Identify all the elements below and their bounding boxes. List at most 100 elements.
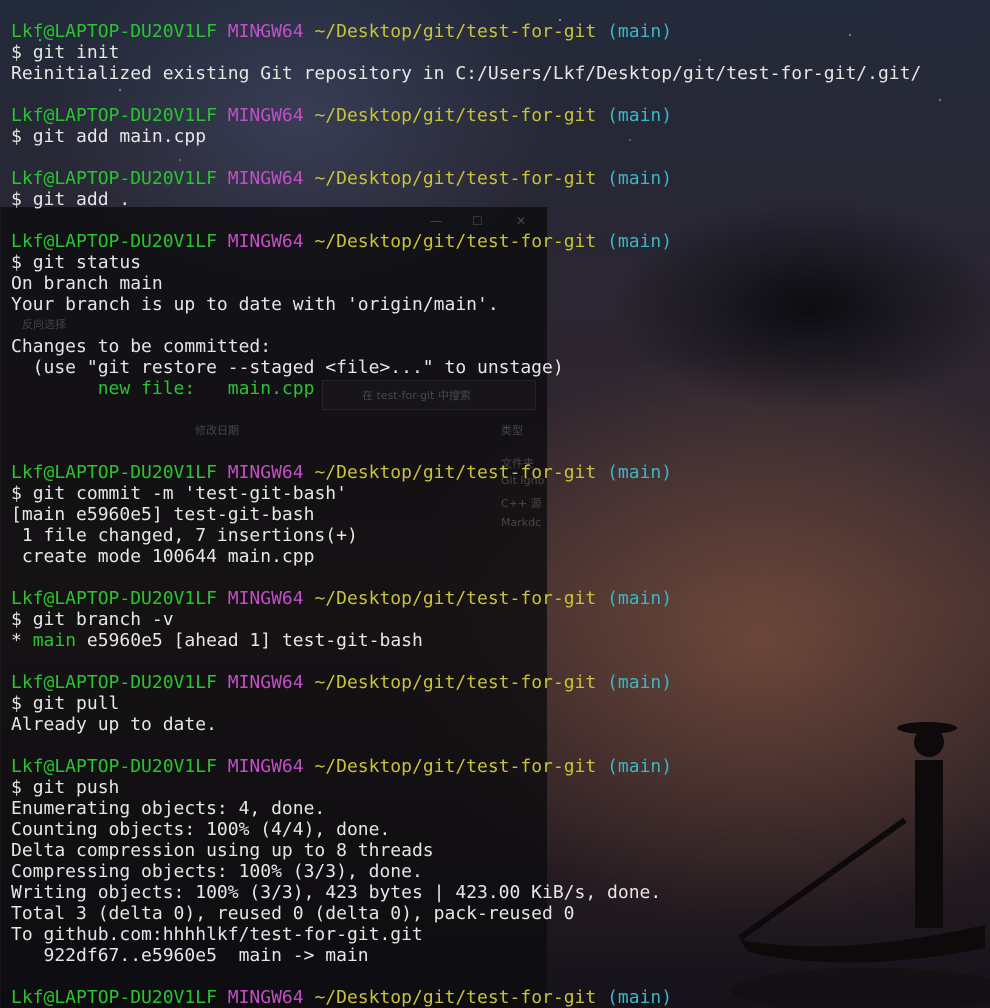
prompt-user-host: Lkf@LAPTOP-DU20V1LF: [11, 21, 217, 42]
prompt-path: ~/Desktop/git/test-for-git: [314, 672, 597, 693]
prompt-path: ~/Desktop/git/test-for-git: [314, 168, 597, 189]
output-line: [main e5960e5] test-git-bash: [11, 504, 315, 525]
command-text: git push: [32, 777, 120, 798]
output-line: Changes to be committed:: [11, 336, 272, 357]
prompt-branch: (main): [607, 756, 673, 777]
prompt-shell: MINGW64: [227, 105, 304, 126]
prompt-path: ~/Desktop/git/test-for-git: [314, 231, 597, 252]
output-line: create mode 100644 main.cpp: [11, 546, 315, 567]
command-text: git status: [32, 252, 142, 273]
output-line: Total 3 (delta 0), reused 0 (delta 0), p…: [11, 903, 575, 924]
prompt-path: ~/Desktop/git/test-for-git: [314, 462, 597, 483]
current-branch: main: [32, 630, 77, 651]
output-line: To github.com:hhhhlkf/test-for-git.git: [11, 924, 423, 945]
prompt-branch: (main): [607, 672, 673, 693]
command-line: $ git add main.cpp: [11, 126, 921, 147]
prompt-line: Lkf@LAPTOP-DU20V1LF MINGW64 ~/Desktop/gi…: [11, 462, 921, 483]
prompt-path: ~/Desktop/git/test-for-git: [314, 987, 597, 1008]
output-line: Already up to date.: [11, 714, 217, 735]
output-line: 1 file changed, 7 insertions(+): [11, 525, 358, 546]
prompt-line: Lkf@LAPTOP-DU20V1LF MINGW64 ~/Desktop/gi…: [11, 231, 921, 252]
staged-file: new file: main.cpp: [97, 378, 315, 399]
prompt-path: ~/Desktop/git/test-for-git: [314, 756, 597, 777]
output-line: Your branch is up to date with 'origin/m…: [11, 294, 499, 315]
prompt-symbol: $: [11, 693, 33, 714]
prompt-line: Lkf@LAPTOP-DU20V1LF MINGW64 ~/Desktop/gi…: [11, 588, 921, 609]
prompt-path: ~/Desktop/git/test-for-git: [314, 105, 597, 126]
output-line: new file: main.cpp: [11, 378, 921, 399]
prompt-branch: (main): [607, 588, 673, 609]
prompt-path: ~/Desktop/git/test-for-git: [314, 588, 597, 609]
prompt-shell: MINGW64: [227, 231, 304, 252]
prompt-shell: MINGW64: [227, 168, 304, 189]
output-line: Counting objects: 100% (4/4), done.: [11, 819, 391, 840]
prompt-user-host: Lkf@LAPTOP-DU20V1LF: [11, 231, 217, 252]
prompt-branch: (main): [607, 987, 673, 1008]
command-line: $ git init: [11, 42, 921, 63]
prompt-line: Lkf@LAPTOP-DU20V1LF MINGW64 ~/Desktop/gi…: [11, 987, 921, 1008]
prompt-user-host: Lkf@LAPTOP-DU20V1LF: [11, 987, 217, 1008]
prompt-symbol: $: [11, 126, 33, 147]
prompt-line: Lkf@LAPTOP-DU20V1LF MINGW64 ~/Desktop/gi…: [11, 756, 921, 777]
prompt-line: Lkf@LAPTOP-DU20V1LF MINGW64 ~/Desktop/gi…: [11, 21, 921, 42]
prompt-branch: (main): [607, 231, 673, 252]
command-line: $ git branch -v: [11, 609, 921, 630]
prompt-symbol: $: [11, 483, 33, 504]
terminal-output[interactable]: Lkf@LAPTOP-DU20V1LF MINGW64 ~/Desktop/gi…: [11, 21, 921, 1008]
prompt-shell: MINGW64: [227, 756, 304, 777]
output-line: Enumerating objects: 4, done.: [11, 798, 326, 819]
command-text: git init: [32, 42, 120, 63]
command-line: $ git push: [11, 777, 921, 798]
command-line: $ git pull: [11, 693, 921, 714]
prompt-shell: MINGW64: [227, 462, 304, 483]
command-line: $ git add .: [11, 189, 921, 210]
prompt-line: Lkf@LAPTOP-DU20V1LF MINGW64 ~/Desktop/gi…: [11, 105, 921, 126]
command-text: git add .: [32, 189, 131, 210]
command-text: git pull: [32, 693, 120, 714]
prompt-branch: (main): [607, 105, 673, 126]
prompt-line: Lkf@LAPTOP-DU20V1LF MINGW64 ~/Desktop/gi…: [11, 168, 921, 189]
output-line: Delta compression using up to 8 threads: [11, 840, 434, 861]
prompt-shell: MINGW64: [227, 21, 304, 42]
prompt-branch: (main): [607, 168, 673, 189]
prompt-symbol: $: [11, 777, 33, 798]
prompt-user-host: Lkf@LAPTOP-DU20V1LF: [11, 672, 217, 693]
prompt-shell: MINGW64: [227, 588, 304, 609]
prompt-shell: MINGW64: [227, 672, 304, 693]
command-text: git branch -v: [32, 609, 174, 630]
prompt-symbol: $: [11, 42, 33, 63]
prompt-user-host: Lkf@LAPTOP-DU20V1LF: [11, 588, 217, 609]
command-text: git commit -m 'test-git-bash': [32, 483, 347, 504]
output-line: * main e5960e5 [ahead 1] test-git-bash: [11, 630, 423, 651]
prompt-symbol: $: [11, 252, 33, 273]
prompt-symbol: $: [11, 609, 33, 630]
prompt-line: Lkf@LAPTOP-DU20V1LF MINGW64 ~/Desktop/gi…: [11, 672, 921, 693]
command-line: $ git status: [11, 252, 921, 273]
output-line: On branch main: [11, 273, 163, 294]
command-text: git add main.cpp: [32, 126, 207, 147]
prompt-user-host: Lkf@LAPTOP-DU20V1LF: [11, 105, 217, 126]
prompt-branch: (main): [607, 462, 673, 483]
output-line: Compressing objects: 100% (3/3), done.: [11, 861, 423, 882]
prompt-user-host: Lkf@LAPTOP-DU20V1LF: [11, 168, 217, 189]
output-line: 922df67..e5960e5 main -> main: [11, 945, 369, 966]
output-line: Writing objects: 100% (3/3), 423 bytes |…: [11, 882, 662, 903]
terminal-window[interactable]: — ☐ ✕ 反向选择 修改日期 类型 在 test-for-git 中搜索 文件…: [0, 0, 990, 1008]
prompt-user-host: Lkf@LAPTOP-DU20V1LF: [11, 462, 217, 483]
output-line: Reinitialized existing Git repository in…: [11, 63, 922, 84]
command-line: $ git commit -m 'test-git-bash': [11, 483, 921, 504]
prompt-user-host: Lkf@LAPTOP-DU20V1LF: [11, 756, 217, 777]
prompt-path: ~/Desktop/git/test-for-git: [314, 21, 597, 42]
prompt-symbol: $: [11, 189, 33, 210]
